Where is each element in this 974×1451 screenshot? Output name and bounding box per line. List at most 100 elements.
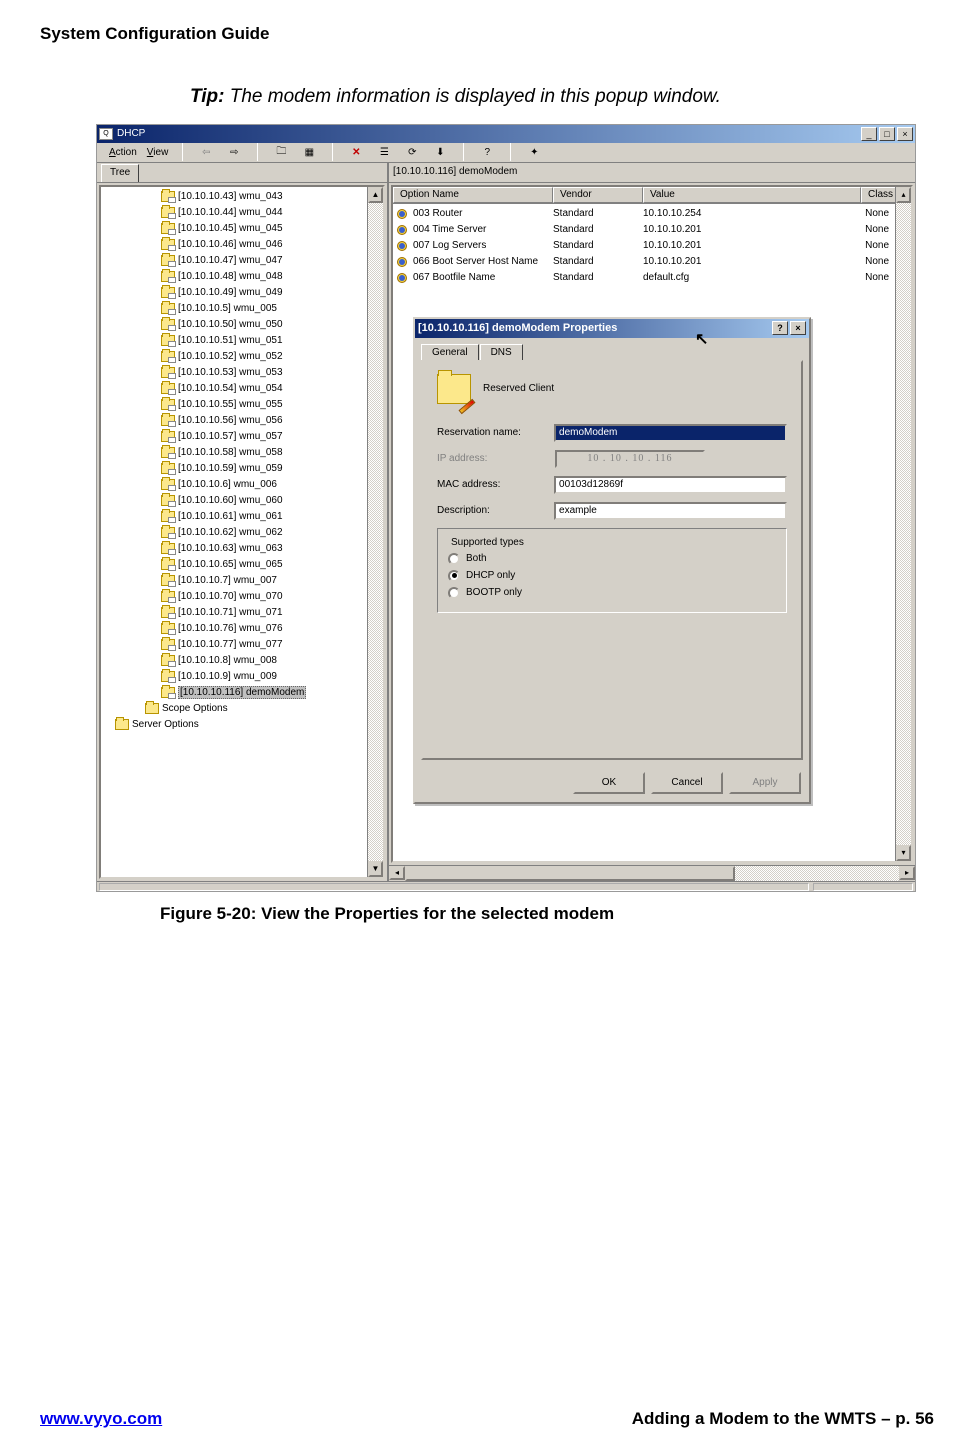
tree-item[interactable]: [10.10.10.59] wmu_059 (161, 461, 383, 477)
export-icon[interactable]: ⬇ (431, 143, 449, 161)
cell-vendor: Standard (553, 208, 643, 219)
tree-item[interactable]: [10.10.10.65] wmu_065 (161, 557, 383, 573)
dhcp-app-icon: Q (99, 128, 113, 140)
properties-icon[interactable]: ☰ (375, 143, 393, 161)
ok-button[interactable]: OK (573, 772, 645, 794)
folder-icon (161, 223, 175, 234)
apply-button[interactable]: Apply (729, 772, 801, 794)
tree-item-label: [10.10.10.65] wmu_065 (178, 559, 283, 570)
up-folder-icon[interactable]: 🗀 (272, 143, 290, 161)
scroll-down-icon[interactable]: ▼ (368, 861, 383, 877)
tree-item[interactable]: [10.10.10.5] wmu_005 (161, 301, 383, 317)
mac-address-input[interactable]: 00103d12869f (554, 476, 787, 494)
filter-icon[interactable]: ✦ (525, 143, 543, 161)
tree-scrollbar[interactable]: ▲ ▼ (367, 187, 383, 877)
tree-item[interactable]: [10.10.10.60] wmu_060 (161, 493, 383, 509)
menu-action[interactable]: Action (109, 147, 137, 158)
forward-icon[interactable]: ⇨ (225, 143, 243, 161)
folder-icon (161, 575, 175, 586)
cancel-button[interactable]: Cancel (651, 772, 723, 794)
scroll-up-icon[interactable]: ▴ (896, 187, 911, 203)
tree-item-label: [10.10.10.53] wmu_053 (178, 367, 283, 378)
folder-icon (161, 431, 175, 442)
scroll-down-icon[interactable]: ▾ (896, 845, 911, 861)
scroll-thumb[interactable] (405, 866, 735, 881)
tree-item[interactable]: [10.10.10.53] wmu_053 (161, 365, 383, 381)
option-row[interactable]: 003 RouterStandard10.10.10.254None (393, 206, 911, 222)
radio-both[interactable]: Both (448, 553, 776, 565)
footer-url[interactable]: www.vyyo.com (40, 1409, 162, 1429)
tree-item[interactable]: [10.10.10.62] wmu_062 (161, 525, 383, 541)
option-row[interactable]: 066 Boot Server Host NameStandard10.10.1… (393, 254, 911, 270)
tree-item[interactable]: [10.10.10.57] wmu_057 (161, 429, 383, 445)
radio-dhcp-label: DHCP only (466, 570, 515, 581)
tree-item[interactable]: [10.10.10.76] wmu_076 (161, 621, 383, 637)
cell-vendor: Standard (553, 256, 643, 267)
reservation-name-input[interactable]: demoModem (554, 424, 787, 442)
delete-icon[interactable]: ✕ (347, 143, 365, 161)
tree-item[interactable]: [10.10.10.9] wmu_009 (161, 669, 383, 685)
window-title: DHCP (117, 128, 145, 139)
radio-bootp-label: BOOTP only (466, 587, 522, 598)
tree-view[interactable]: [10.10.10.43] wmu_043[10.10.10.44] wmu_0… (99, 185, 385, 879)
options-list[interactable]: Option Name Vendor Value Class 003 Route… (391, 185, 913, 863)
radio-dhcp-only[interactable]: DHCP only (448, 570, 776, 582)
tree-item[interactable]: [10.10.10.51] wmu_051 (161, 333, 383, 349)
col-value[interactable]: Value (643, 187, 861, 203)
folder-icon (161, 655, 175, 666)
tree-item[interactable]: [10.10.10.47] wmu_047 (161, 253, 383, 269)
scroll-up-icon[interactable]: ▲ (368, 187, 383, 203)
tree-item[interactable]: [10.10.10.52] wmu_052 (161, 349, 383, 365)
option-row[interactable]: 004 Time ServerStandard10.10.10.201None (393, 222, 911, 238)
tree-item[interactable]: Scope Options (145, 701, 383, 717)
minimize-button[interactable]: _ (861, 127, 877, 141)
tree-tab[interactable]: Tree (101, 164, 139, 182)
tree-item[interactable]: Server Options (115, 717, 383, 733)
dialog-close-button[interactable]: × (790, 321, 806, 335)
tree-item[interactable]: [10.10.10.43] wmu_043 (161, 189, 383, 205)
dialog-help-button[interactable]: ? (772, 321, 788, 335)
tree-item[interactable]: [10.10.10.44] wmu_044 (161, 205, 383, 221)
show-hide-icon[interactable]: ▦ (300, 143, 318, 161)
list-v-scrollbar[interactable]: ▴ ▾ (895, 187, 911, 861)
help-icon[interactable]: ? (478, 143, 496, 161)
tree-item[interactable]: [10.10.10.50] wmu_050 (161, 317, 383, 333)
tab-general[interactable]: General (421, 344, 479, 360)
tree-item[interactable]: [10.10.10.71] wmu_071 (161, 605, 383, 621)
tree-item[interactable]: [10.10.10.49] wmu_049 (161, 285, 383, 301)
tree-item[interactable]: [10.10.10.77] wmu_077 (161, 637, 383, 653)
close-button[interactable]: × (897, 127, 913, 141)
refresh-icon[interactable]: ⟳ (403, 143, 421, 161)
tree-item[interactable]: [10.10.10.61] wmu_061 (161, 509, 383, 525)
maximize-button[interactable]: □ (879, 127, 895, 141)
tree-item[interactable]: [10.10.10.58] wmu_058 (161, 445, 383, 461)
mac-address-label: MAC address: (437, 479, 546, 490)
tree-item[interactable]: [10.10.10.7] wmu_007 (161, 573, 383, 589)
cell-value: 10.10.10.201 (643, 240, 861, 251)
tree-item-selected[interactable]: [10.10.10.116] demoModem (161, 685, 383, 701)
tree-item[interactable]: [10.10.10.8] wmu_008 (161, 653, 383, 669)
description-input[interactable]: example (554, 502, 787, 520)
tree-item[interactable]: [10.10.10.45] wmu_045 (161, 221, 383, 237)
tree-item[interactable]: [10.10.10.63] wmu_063 (161, 541, 383, 557)
radio-bootp-only[interactable]: BOOTP only (448, 587, 776, 599)
tree-item[interactable]: [10.10.10.46] wmu_046 (161, 237, 383, 253)
tree-item[interactable]: [10.10.10.70] wmu_070 (161, 589, 383, 605)
tree-item[interactable]: [10.10.10.54] wmu_054 (161, 381, 383, 397)
tab-dns[interactable]: DNS (480, 344, 523, 360)
option-row[interactable]: 007 Log ServersStandard10.10.10.201None (393, 238, 911, 254)
tree-item-label: [10.10.10.46] wmu_046 (178, 239, 283, 250)
menu-view[interactable]: View (147, 147, 169, 158)
tree-item[interactable]: [10.10.10.48] wmu_048 (161, 269, 383, 285)
scroll-right-icon[interactable]: ▸ (899, 866, 915, 880)
list-h-scrollbar[interactable]: ◂ ▸ (389, 865, 915, 881)
col-option-name[interactable]: Option Name (393, 187, 553, 203)
tree-item[interactable]: [10.10.10.6] wmu_006 (161, 477, 383, 493)
option-row[interactable]: 067 Bootfile NameStandarddefault.cfgNone (393, 270, 911, 286)
scroll-left-icon[interactable]: ◂ (389, 866, 405, 880)
back-icon[interactable]: ⇦ (197, 143, 215, 161)
col-vendor[interactable]: Vendor (553, 187, 643, 203)
tree-item[interactable]: [10.10.10.56] wmu_056 (161, 413, 383, 429)
tree-item[interactable]: [10.10.10.55] wmu_055 (161, 397, 383, 413)
list-header[interactable]: Option Name Vendor Value Class (393, 187, 911, 204)
